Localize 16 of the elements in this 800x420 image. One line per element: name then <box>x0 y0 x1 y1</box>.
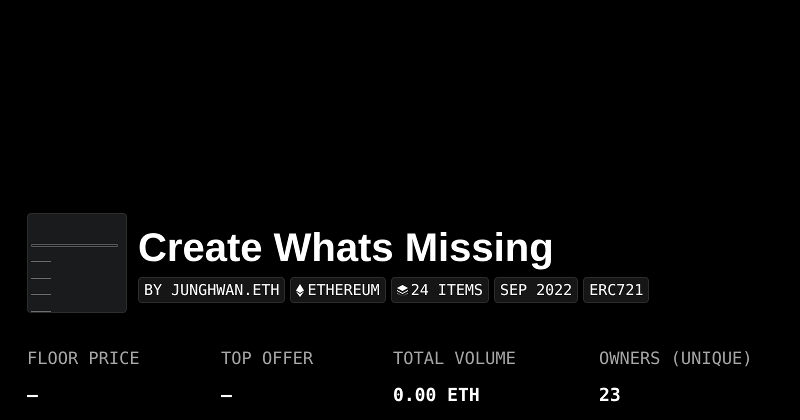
stat-value: 0.00 ETH <box>393 384 481 408</box>
tag-text: 24 ITEMS <box>410 280 483 301</box>
layers-icon <box>396 284 408 296</box>
tag-text: ETHEREUM <box>307 280 380 301</box>
stat-label: FLOOR PRICE <box>27 348 141 371</box>
stat-value: 23 <box>599 384 622 408</box>
tag-text: SEP 2022 <box>500 280 572 301</box>
tag-text: BY JUNGHWAN.ETH <box>144 280 280 301</box>
tag-text: ERC721 <box>589 280 644 301</box>
stat-value: — <box>27 384 39 408</box>
collection-title: Create Whats Missing <box>138 225 555 272</box>
ethereum-icon <box>296 284 304 296</box>
stat-label: TOTAL VOLUME <box>393 348 517 371</box>
stat-label: OWNERS (UNIQUE) <box>599 348 754 371</box>
stat-label: TOP OFFER <box>221 348 314 371</box>
stat-value: — <box>221 384 233 408</box>
